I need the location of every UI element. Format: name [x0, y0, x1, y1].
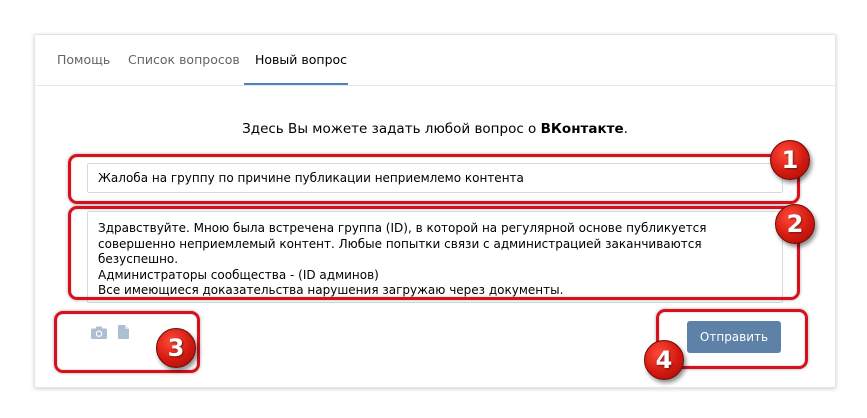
support-card: Помощь Список вопросов Новый вопрос Здес…: [34, 34, 836, 388]
subject-value: Жалоба на группу по причине публикации н…: [98, 171, 524, 185]
message-textarea[interactable]: Здравствуйте. Мною была встречена группа…: [87, 211, 783, 303]
intro-brand: ВКонтакте: [540, 121, 624, 137]
send-button[interactable]: Отправить: [687, 321, 781, 353]
annotation-badge-2: 2: [775, 204, 815, 244]
tab-bar: Помощь Список вопросов Новый вопрос: [35, 35, 835, 86]
tab-new-question[interactable]: Новый вопрос: [255, 35, 347, 85]
document-icon[interactable]: [118, 325, 129, 339]
subject-input[interactable]: Жалоба на группу по причине публикации н…: [87, 163, 783, 193]
camera-icon[interactable]: [91, 326, 107, 339]
intro-suffix: .: [623, 121, 628, 137]
intro-main: Здесь Вы можете задать любой вопрос о: [242, 121, 541, 137]
annotation-badge-1: 1: [770, 140, 810, 180]
annotation-badge-4: 4: [644, 340, 684, 380]
message-value: Здравствуйте. Мною была встречена группа…: [98, 221, 707, 297]
tab-help[interactable]: Помощь: [57, 35, 110, 85]
annotation-badge-3: 3: [156, 328, 196, 368]
tab-questions-list[interactable]: Список вопросов: [128, 35, 240, 85]
intro-text: Здесь Вы можете задать любой вопрос о ВК…: [35, 121, 835, 137]
active-tab-indicator: [244, 83, 348, 85]
